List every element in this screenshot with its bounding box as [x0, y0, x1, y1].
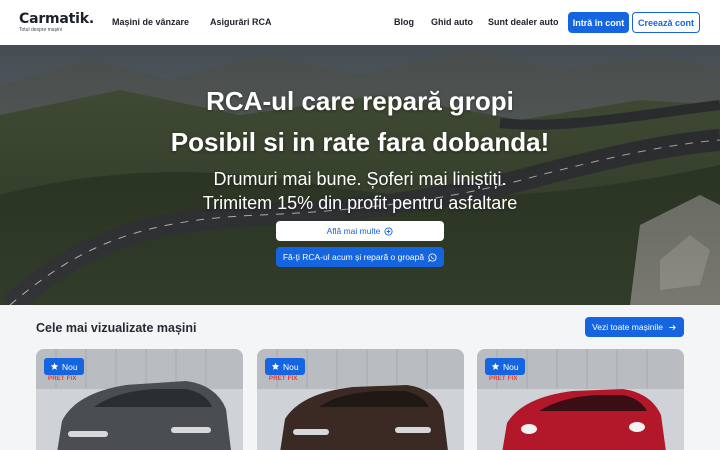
star-icon [50, 362, 59, 370]
plus-circle-icon [384, 226, 393, 236]
badge-label: Nou [62, 361, 78, 372]
star-icon [491, 362, 500, 370]
nav-auto-guide[interactable]: Ghid auto [431, 16, 473, 28]
view-all-cars-button[interactable]: Vezi toate mașinile [585, 317, 684, 337]
buy-rca-button[interactable]: Fă-ți RCA-ul acum și repară o groapă [276, 247, 444, 267]
section-title: Cele mai vizualizate mașini [36, 321, 197, 335]
arrow-right-icon [669, 324, 676, 330]
new-badge: Nou [485, 358, 525, 375]
star-icon [271, 362, 280, 370]
promo-label: PRET FIX [269, 376, 298, 382]
nav-dealer[interactable]: Sunt dealer auto [488, 16, 559, 28]
hero-banner: RCA-ul care repară gropi Posibil si in r… [0, 45, 720, 305]
logo-tagline: Totul despre mașini [19, 27, 63, 33]
buy-rca-label: Fă-ți RCA-ul acum și repară o groapă [282, 252, 425, 262]
hero-subtitle: Drumuri mai bune. Șoferi mai liniștiți. [213, 169, 507, 189]
learn-more-label: Află mai multe [326, 226, 381, 236]
logo[interactable]: Carmatik. Totul despre mașini [19, 12, 94, 33]
car-card[interactable]: PRET FIX Nou [257, 349, 464, 450]
hero-subtitle-secondary: Trimitem 15% din profit pentru asfaltare [202, 193, 518, 213]
whatsapp-icon [428, 252, 437, 262]
logo-name: Carmatik. [19, 11, 94, 27]
car-card[interactable]: PRET FIX Nou [36, 349, 243, 450]
promo-label: PRET FIX [48, 376, 77, 382]
learn-more-button[interactable]: Află mai multe [276, 221, 444, 241]
hero-title: RCA-ul care repară gropi [206, 86, 514, 116]
badge-label: Nou [283, 361, 299, 372]
login-button[interactable]: Intră în cont [568, 12, 629, 33]
nav-cars-for-sale[interactable]: Mașini de vânzare [112, 16, 189, 28]
hero-content: RCA-ul care repară gropi Posibil si in r… [0, 45, 720, 305]
signup-button[interactable]: Creează cont [632, 12, 700, 33]
site-header: Carmatik. Totul despre mașini Mașini de … [0, 0, 720, 45]
nav-rca-insurance[interactable]: Asigurări RCA [210, 16, 272, 28]
most-viewed-section: Cele mai vizualizate mașini Vezi toate m… [0, 305, 720, 450]
car-card[interactable]: PRET FIX Nou [477, 349, 684, 450]
nav-blog[interactable]: Blog [394, 16, 414, 28]
badge-label: Nou [503, 361, 519, 372]
hero-title-secondary: Posibil si in rate fara dobanda! [170, 127, 550, 157]
promo-label: PRET FIX [489, 376, 518, 382]
new-badge: Nou [265, 358, 305, 375]
view-all-label: Vezi toate mașinile [592, 322, 663, 332]
new-badge: Nou [44, 358, 84, 375]
